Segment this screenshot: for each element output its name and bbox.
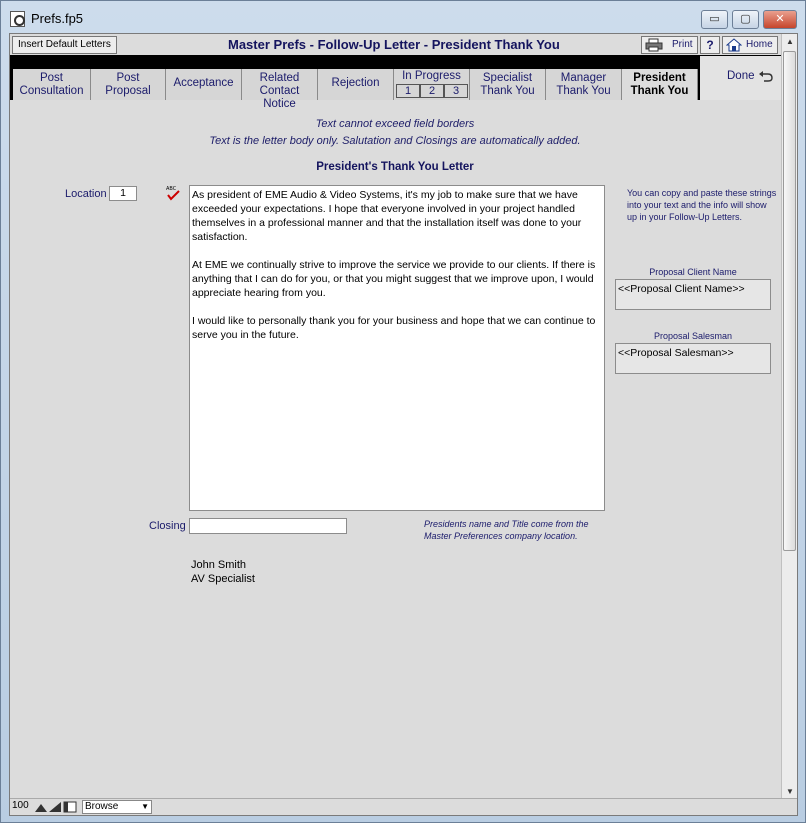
tab-label: Acceptance — [173, 77, 234, 89]
tab-related-contact-notice[interactable]: Related Contact Notice — [242, 69, 318, 110]
tab-president-thank-you[interactable]: President Thank You — [622, 69, 698, 100]
page-title: Master Prefs - Follow-Up Letter - Presid… — [228, 37, 560, 52]
signature-title: AV Specialist — [191, 573, 255, 585]
app-window: Prefs.fp5 ▭ ▢ ✕ Insert Default Letters M… — [0, 0, 806, 823]
tab-label: Rejection — [331, 77, 380, 89]
printer-icon — [645, 38, 663, 52]
tab-label: Thank You — [556, 85, 611, 97]
location-label: Location — [65, 188, 107, 200]
zoom-level[interactable]: 100 — [12, 800, 29, 811]
tab-label: Specialist — [482, 72, 533, 84]
done-label: Done — [727, 70, 755, 82]
svg-text:ABC: ABC — [166, 186, 177, 192]
field-border-note: Text cannot exceed field borders — [315, 118, 475, 130]
document-area: Insert Default Letters Master Prefs - Fo… — [9, 33, 798, 816]
vertical-scrollbar[interactable]: ▲ ▼ — [781, 34, 797, 800]
status-bar: 100 Browse ▼ — [10, 798, 797, 815]
window-title: Prefs.fp5 — [31, 11, 84, 26]
zoom-in-icon[interactable] — [48, 801, 62, 813]
status-area-icon[interactable] — [63, 801, 77, 813]
closing-field[interactable] — [189, 518, 347, 534]
help-button[interactable]: ? — [700, 36, 720, 54]
app-icon — [10, 11, 25, 27]
close-button[interactable]: ✕ — [763, 10, 797, 29]
tab-post-proposal[interactable]: Post Proposal — [91, 69, 166, 100]
print-label: Print — [672, 39, 693, 50]
tab-label: Contact Notice — [259, 85, 300, 110]
tab-label: Consultation — [19, 85, 84, 97]
return-arrow-icon — [759, 71, 773, 82]
tab-label: In Progress — [402, 70, 461, 82]
section-title: President's Thank You Letter — [316, 161, 474, 173]
insert-default-letters-button[interactable]: Insert Default Letters — [12, 36, 117, 54]
home-label: Home — [746, 39, 773, 50]
scroll-up-icon[interactable]: ▲ — [782, 34, 797, 50]
salesman-label: Proposal Salesman — [653, 331, 733, 341]
client-name-label: Proposal Client Name — [649, 267, 737, 277]
home-button[interactable]: Home — [722, 36, 778, 54]
spell-check-icon[interactable]: ABC — [165, 185, 181, 201]
tab-label: Manager — [560, 72, 607, 84]
location-field[interactable]: 1 — [109, 186, 137, 201]
tab-bar: Post Consultation Post Proposal Acceptan… — [10, 56, 797, 110]
maximize-button[interactable]: ▢ — [732, 10, 759, 29]
tab-label: Thank You — [480, 85, 535, 97]
print-button[interactable]: Print — [641, 36, 698, 54]
tab-acceptance[interactable]: Acceptance — [166, 69, 242, 100]
minimize-button[interactable]: ▭ — [701, 10, 728, 29]
home-icon — [726, 38, 742, 52]
tab-label: President — [633, 72, 686, 84]
tab-in-progress[interactable]: In Progress 1 2 3 — [394, 69, 470, 100]
tab-manager-thank-you[interactable]: Manager Thank You — [546, 69, 622, 100]
letter-paragraph: At EME we continually strive to improve … — [192, 259, 596, 299]
tab-rejection[interactable]: Rejection — [318, 69, 394, 100]
tab-label: Thank You — [630, 85, 689, 97]
zoom-out-icon[interactable] — [34, 801, 48, 813]
title-bar: Prefs.fp5 ▭ ▢ ✕ — [1, 1, 805, 35]
letter-paragraph: As president of EME Audio & Video System… — [192, 189, 582, 243]
closing-note: Presidents name and Title come from the … — [424, 519, 589, 541]
tab-label: Proposal — [105, 85, 151, 97]
tab-label: Post — [116, 72, 140, 84]
header-bar: Insert Default Letters Master Prefs - Fo… — [10, 34, 797, 56]
tab-in-progress-2[interactable]: 2 — [420, 84, 444, 98]
signature-name: John Smith — [191, 559, 247, 571]
letter-body-field[interactable]: As president of EME Audio & Video System… — [189, 185, 605, 511]
mode-select[interactable]: Browse ▼ — [82, 800, 152, 814]
tab-specialist-thank-you[interactable]: Specialist Thank You — [470, 69, 546, 100]
client-name-field[interactable]: <<Proposal Client Name>> — [615, 279, 771, 310]
salesman-field[interactable]: <<Proposal Salesman>> — [615, 343, 771, 374]
closing-label: Closing — [149, 520, 186, 532]
chevron-down-icon: ▼ — [141, 802, 149, 811]
letter-body-note: Text is the letter body only. Salutation… — [209, 135, 581, 147]
tab-in-progress-3[interactable]: 3 — [444, 84, 468, 98]
tab-post-consultation[interactable]: Post Consultation — [13, 69, 91, 100]
tab-label: Post — [39, 72, 63, 84]
letter-paragraph: I would like to personally thank you for… — [192, 315, 596, 341]
merge-fields-help: You can copy and paste these strings int… — [627, 188, 777, 222]
mode-value: Browse — [85, 801, 119, 812]
tab-in-progress-1[interactable]: 1 — [396, 84, 420, 98]
tab-label: Related — [259, 72, 300, 84]
scroll-thumb[interactable] — [783, 51, 796, 551]
